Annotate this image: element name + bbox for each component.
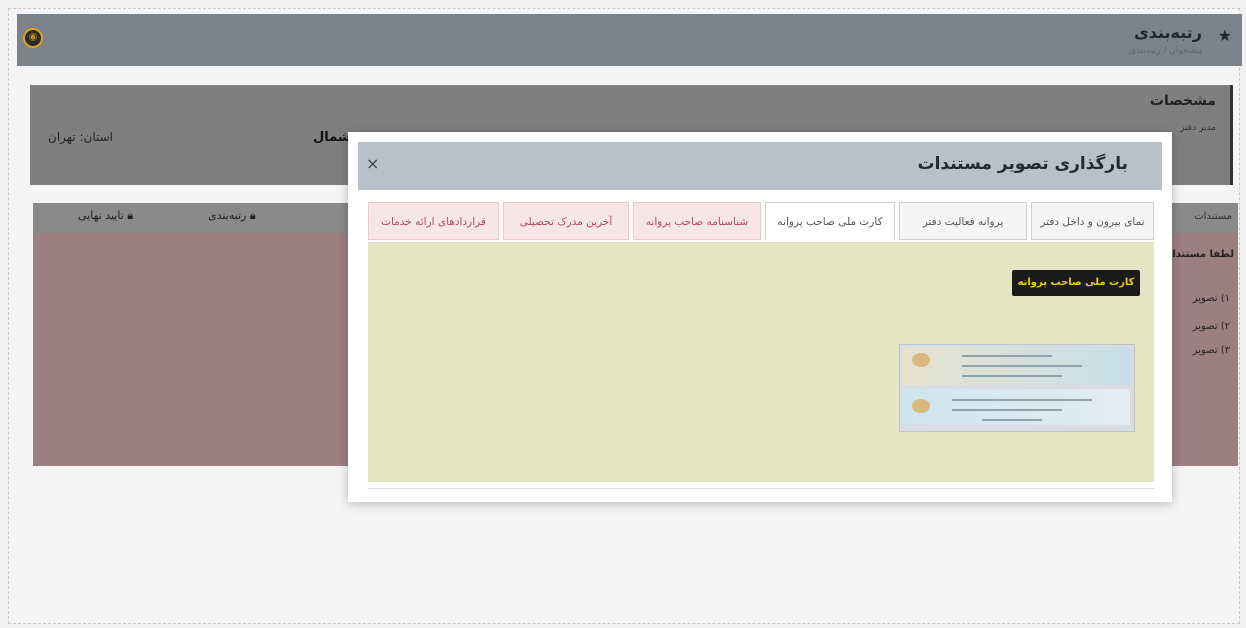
top-bar: ★ رتبه‌بندی پیشخوان / رتبه‌بندی ⑥: [17, 14, 1242, 66]
card-line: [962, 375, 1062, 377]
card-line: [962, 355, 1052, 357]
modal-title: بارگذاری تصویر مستندات: [917, 154, 1128, 174]
tab-national-card[interactable]: کارت ملی صاحب پروانه: [765, 202, 895, 240]
card-line: [962, 365, 1082, 367]
modal-footer-divider: [368, 488, 1154, 489]
emblem-icon: [912, 399, 930, 413]
modal-header: بارگذاری تصویر مستندات ×: [358, 142, 1162, 190]
emblem-icon: [912, 353, 930, 367]
logo-icon: ⑥: [23, 28, 43, 48]
card-back: [902, 389, 1130, 425]
breadcrumb[interactable]: پیشخوان / رتبه‌بندی: [1129, 46, 1202, 56]
info-item: ۲) تصویر: [1192, 321, 1230, 332]
district-value: شمال: [313, 130, 351, 145]
card-line: [952, 409, 1062, 411]
info-item: ۳) تصویر: [1192, 345, 1230, 356]
tab-birth-certificate[interactable]: شناسنامه صاحب پروانه: [633, 202, 761, 240]
tab-education-degree[interactable]: آخرین مدرک تحصیلی: [503, 202, 629, 240]
card-line: [982, 419, 1042, 421]
page-title: رتبه‌بندی: [1134, 23, 1202, 42]
tab-content: کارت ملی صاحب پروانه: [368, 242, 1154, 482]
card-front: [902, 347, 1130, 385]
ranking-label: رتبه‌بندی: [208, 209, 247, 222]
doc-tabs: نمای بیرون و داخل دفتر پروانه فعالیت دفت…: [368, 202, 1154, 242]
active-tab-tooltip: کارت ملی صاحب پروانه: [1012, 270, 1140, 296]
tab-office-view[interactable]: نمای بیرون و داخل دفتر: [1031, 202, 1154, 240]
info-heading: لطفا مستندات: [1162, 249, 1234, 260]
star-icon[interactable]: ★: [1218, 26, 1232, 45]
lock-icon: 🔒︎: [249, 209, 256, 222]
final-approve-label: تایید نهایی: [78, 209, 124, 222]
province-label: استان:: [79, 130, 113, 144]
national-card-image[interactable]: [899, 344, 1135, 432]
spec-title: مشخصات: [1149, 93, 1216, 109]
tab-office-license[interactable]: پروانه فعالیت دفتر: [899, 202, 1027, 240]
documents-tab[interactable]: مستندات: [1194, 211, 1232, 222]
ranking-button[interactable]: 🔒︎ رتبه‌بندی: [208, 209, 256, 223]
close-icon[interactable]: ×: [366, 154, 379, 173]
lock-icon: 🔒︎: [127, 209, 134, 222]
info-item: ۱) تصویر: [1192, 293, 1230, 304]
province-value: تهران: [48, 130, 76, 144]
spec-subtitle: مدیر دفتر: [1180, 123, 1216, 133]
upload-modal: بارگذاری تصویر مستندات × نمای بیرون و دا…: [348, 132, 1172, 502]
tab-service-contracts[interactable]: قراردادهای ارائه خدمات: [368, 202, 499, 240]
card-line: [952, 399, 1092, 401]
final-approve-button[interactable]: 🔒︎ تایید نهایی: [78, 209, 133, 223]
province-field: استان: تهران: [48, 130, 113, 144]
